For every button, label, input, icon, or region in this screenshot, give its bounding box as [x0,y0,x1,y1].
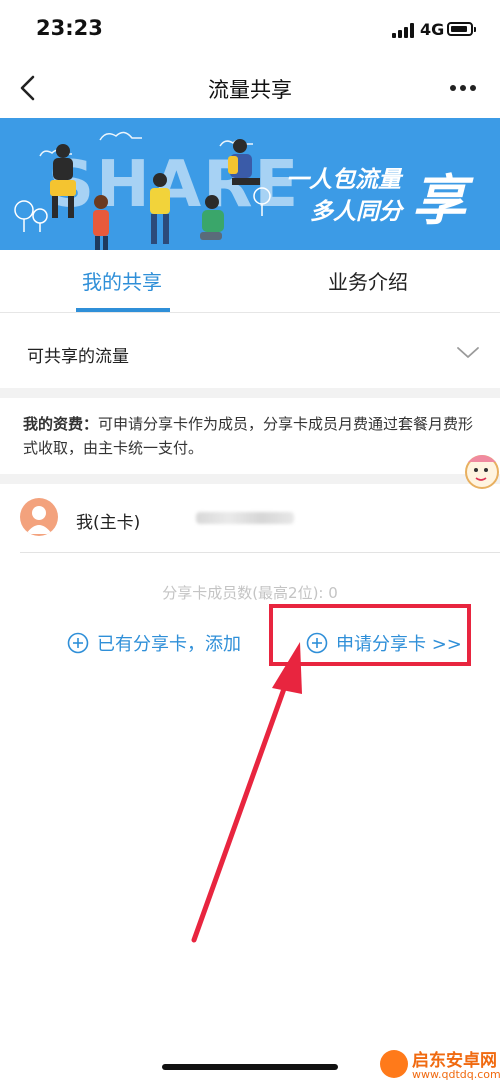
watermark-url: www.qdtdq.com [412,1068,500,1081]
shareable-flow-label: 可共享的流量 [27,347,129,367]
tab-bar: 我的共享 业务介绍 [0,250,500,313]
add-existing-card-button[interactable]: 已有分享卡，添加 [67,628,257,658]
page-title: 流量共享 [208,78,292,102]
banner-slogan-line1: 一人包流量 [286,167,401,193]
main-card-row: 我(主卡) [0,490,500,550]
battery-icon [447,22,476,36]
home-indicator[interactable] [162,1064,338,1070]
main-card-label: 我(主卡) [76,513,141,533]
fee-title: 我的资费： [23,415,99,433]
nav-bar: 流量共享 [0,60,500,118]
chevron-down-icon [457,347,479,358]
user-icon [26,506,52,534]
plus-circle-icon [67,632,89,654]
network-type: 4G [420,20,445,39]
member-count: 分享卡成员数(最高2位): 0 [162,584,338,602]
tab-my-share[interactable]: 我的共享 [82,266,162,295]
tab-business-intro[interactable]: 业务介绍 [328,266,408,295]
status-time: 23:23 [36,16,103,40]
signal-icon [392,22,416,38]
more-button[interactable] [448,82,478,94]
section-divider [0,388,500,398]
watermark-logo-icon [380,1050,408,1078]
highlight-box [269,604,471,666]
masked-phone-number [196,512,294,524]
shareable-flow-row[interactable]: 可共享的流量 [0,320,500,386]
fee-description: 我的资费：可申请分享卡作为成员，分享卡成员月费通过套餐月费形式收取，由主卡统一支… [23,412,478,460]
banner-illustration [14,131,271,250]
promo-banner[interactable]: SHARE 一人包流量 多人同分 享 [0,118,500,250]
row-divider [20,552,500,553]
banner-slogan-line2: 多人同分 [310,199,402,225]
active-tab-indicator [76,308,170,312]
watermark: 启东安卓网 www.qdtdq.com [380,1044,500,1083]
section-divider [0,474,500,484]
add-existing-card-label: 已有分享卡，添加 [97,634,241,655]
avatar [20,498,58,536]
status-bar: 23:23 4G [0,0,500,60]
banner-slogan-big: 享 [412,169,466,232]
